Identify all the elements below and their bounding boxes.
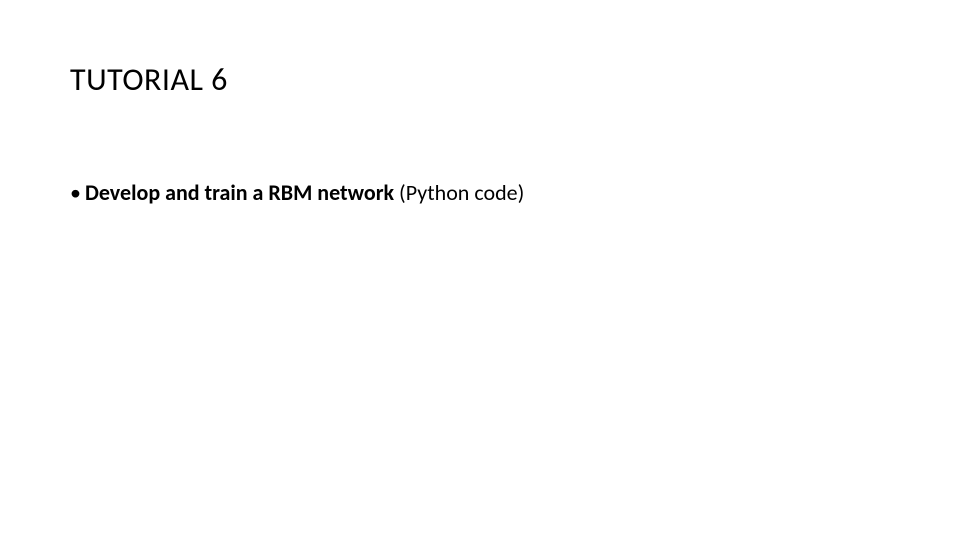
slide: TUTORIAL 6 •Develop and train a RBM netw…: [0, 0, 960, 540]
bullet-bold-text: Develop and train a RBM network: [85, 179, 394, 206]
slide-body: •Develop and train a RBM network (Python…: [70, 179, 890, 208]
bullet-mark: •: [70, 179, 81, 208]
bullet-rest-text: (Python code): [394, 179, 524, 206]
slide-title: TUTORIAL 6: [70, 60, 890, 99]
bullet-item: •Develop and train a RBM network (Python…: [70, 179, 890, 208]
